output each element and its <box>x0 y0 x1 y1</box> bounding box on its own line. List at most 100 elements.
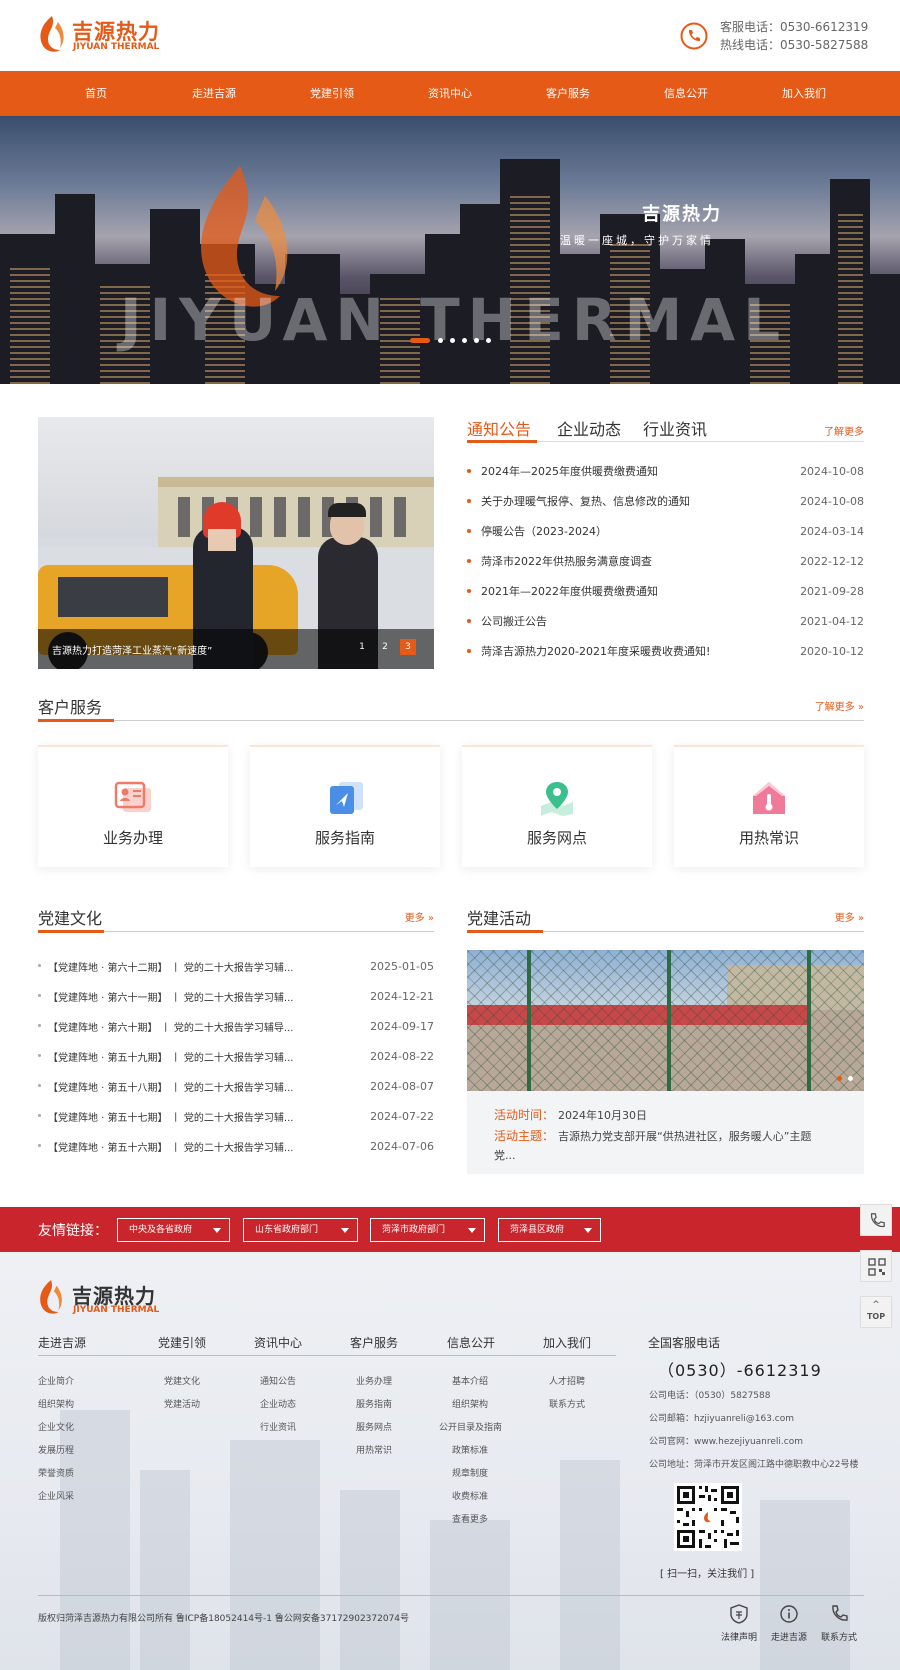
footer-link[interactable]: 行业资讯 <box>260 1420 296 1433</box>
tab-industry-news[interactable]: 行业资讯 <box>643 416 707 440</box>
contact-website[interactable]: 公司官网：www.hezejiyuanreli.com <box>649 1434 803 1447</box>
banner-dot[interactable] <box>462 338 467 343</box>
activity-photo[interactable] <box>467 950 864 1091</box>
nav-service[interactable]: 客户服务 <box>509 71 627 116</box>
footer-link[interactable]: 组织架构 <box>452 1397 488 1410</box>
back-to-top-button[interactable]: ^ TOP <box>860 1296 892 1328</box>
news-item[interactable]: 2021年—2022年度供暖费缴费通知 2021-09-28 <box>467 578 864 608</box>
footer-link[interactable]: 公开目录及指南 <box>439 1420 502 1433</box>
card-outlets[interactable]: 服务网点 <box>462 745 652 867</box>
article-title[interactable]: 【党建阵地 · 第五十七期】 丨 党的二十大报告学习辅... <box>48 1109 293 1124</box>
slide-page-2[interactable]: 2 <box>377 639 393 655</box>
footer-link[interactable]: 企业简介 <box>38 1374 74 1387</box>
news-title[interactable]: 2024年—2025年度供暖费缴费通知 <box>481 463 658 479</box>
party-activity-more-link[interactable]: 更多 » <box>835 909 864 924</box>
footer-col-head[interactable]: 资讯中心 <box>254 1334 302 1351</box>
news-title[interactable]: 公司搬迁公告 <box>481 613 547 629</box>
banner-dot[interactable] <box>450 338 455 343</box>
news-more-link[interactable]: 了解更多 <box>824 423 864 438</box>
contact-button[interactable]: 联系方式 <box>814 1604 864 1654</box>
footer-link[interactable]: 荣誉资质 <box>38 1466 74 1479</box>
footer-link[interactable]: 用热常识 <box>356 1443 392 1456</box>
banner-dot-active[interactable] <box>410 338 430 343</box>
contact-email[interactable]: 公司邮箱：hzjiyuanreli@163.com <box>649 1411 794 1424</box>
footer-col-head[interactable]: 党建引领 <box>158 1334 206 1351</box>
footer-logo[interactable]: 吉源热力 JIYUAN THERMAL <box>36 1276 166 1316</box>
news-title[interactable]: 2021年—2022年度供暖费缴费通知 <box>481 583 658 599</box>
news-item[interactable]: 2024年—2025年度供暖费缴费通知 2024-10-08 <box>467 458 864 488</box>
banner-dot[interactable] <box>486 338 491 343</box>
card-business[interactable]: 业务办理 <box>38 745 228 867</box>
news-item[interactable]: 菏泽吉源热力2020-2021年度采暖费收费通知! 2020-10-12 <box>467 638 864 668</box>
tab-notices[interactable]: 通知公告 <box>467 416 531 440</box>
footer-link[interactable]: 服务网点 <box>356 1420 392 1433</box>
select-heze-gov[interactable]: 菏泽市政府部门 <box>370 1218 485 1242</box>
list-item[interactable]: 【党建阵地 · 第五十七期】 丨 党的二十大报告学习辅... 2024-07-22 <box>38 1104 434 1134</box>
article-title[interactable]: 【党建阵地 · 第五十八期】 丨 党的二十大报告学习辅... <box>48 1079 293 1094</box>
article-title[interactable]: 【党建阵地 · 第五十六期】 丨 党的二十大报告学习辅... <box>48 1139 293 1154</box>
news-title[interactable]: 关于办理暖气报停、复热、信息修改的通知 <box>481 493 690 509</box>
footer-link[interactable]: 企业文化 <box>38 1420 74 1433</box>
news-title[interactable]: 菏泽市2022年供热服务满意度调查 <box>481 553 652 569</box>
select-shandong-gov[interactable]: 山东省政府部门 <box>243 1218 358 1242</box>
nav-info[interactable]: 信息公开 <box>627 71 745 116</box>
footer-link[interactable]: 企业风采 <box>38 1489 74 1502</box>
news-title[interactable]: 菏泽吉源热力2020-2021年度采暖费收费通知! <box>481 643 710 659</box>
footer-link[interactable]: 收费标准 <box>452 1489 488 1502</box>
select-central-gov[interactable]: 中央及各省政府 <box>117 1218 230 1242</box>
news-slideshow[interactable]: 吉源热力打造菏泽工业蒸汽“新速度” 1 2 3 <box>38 417 434 669</box>
footer-col-head[interactable]: 加入我们 <box>543 1334 591 1351</box>
activity-dot-active[interactable] <box>837 1076 842 1081</box>
side-phone-button[interactable] <box>860 1204 892 1236</box>
list-item[interactable]: 【党建阵地 · 第五十八期】 丨 党的二十大报告学习辅... 2024-08-07 <box>38 1074 434 1104</box>
footer-link[interactable]: 党建活动 <box>164 1397 200 1410</box>
footer-link[interactable]: 发展历程 <box>38 1443 74 1456</box>
banner-dot[interactable] <box>438 338 443 343</box>
nav-join[interactable]: 加入我们 <box>745 71 863 116</box>
tab-company-news[interactable]: 企业动态 <box>557 416 621 440</box>
list-item[interactable]: 【党建阵地 · 第五十九期】 丨 党的二十大报告学习辅... 2024-08-22 <box>38 1044 434 1074</box>
news-item[interactable]: 停暖公告（2023-2024） 2024-03-14 <box>467 518 864 548</box>
footer-link[interactable]: 业务办理 <box>356 1374 392 1387</box>
slide-page-3-active[interactable]: 3 <box>400 639 416 655</box>
hero-banner[interactable]: JIYUAN THERMAL 吉源热力 温暖一座城，守护万家情 <box>0 116 900 384</box>
footer-col-head[interactable]: 走进吉源 <box>38 1334 86 1351</box>
footer-link[interactable]: 查看更多 <box>452 1512 488 1525</box>
nav-about[interactable]: 走进吉源 <box>155 71 273 116</box>
footer-link[interactable]: 党建文化 <box>164 1374 200 1387</box>
list-item[interactable]: 【党建阵地 · 第六十一期】 丨 党的二十大报告学习辅... 2024-12-21 <box>38 984 434 1014</box>
list-item[interactable]: 【党建阵地 · 第六十期】 丨 党的二十大报告学习辅导... 2024-09-17 <box>38 1014 434 1044</box>
news-caption[interactable]: 吉源热力打造菏泽工业蒸汽“新速度” <box>52 642 212 657</box>
footer-link[interactable]: 人才招聘 <box>549 1374 585 1387</box>
article-title[interactable]: 【党建阵地 · 第六十二期】 丨 党的二十大报告学习辅... <box>48 959 293 974</box>
article-title[interactable]: 【党建阵地 · 第六十一期】 丨 党的二十大报告学习辅... <box>48 989 293 1004</box>
logo[interactable]: 吉源热力 JIYUAN THERMAL <box>36 12 166 56</box>
nav-home[interactable]: 首页 <box>37 71 155 116</box>
select-county-gov[interactable]: 菏泽县区政府 <box>498 1218 601 1242</box>
card-heating-tips[interactable]: 用热常识 <box>674 745 864 867</box>
activity-dot[interactable] <box>848 1076 853 1081</box>
article-title[interactable]: 【党建阵地 · 第五十九期】 丨 党的二十大报告学习辅... <box>48 1049 293 1064</box>
list-item[interactable]: 【党建阵地 · 第五十六期】 丨 党的二十大报告学习辅... 2024-07-06 <box>38 1134 434 1164</box>
list-item[interactable]: 【党建阵地 · 第六十二期】 丨 党的二十大报告学习辅... 2025-01-05 <box>38 954 434 984</box>
activity-theme-value-cont[interactable]: 党... <box>494 1147 516 1163</box>
nav-party[interactable]: 党建引领 <box>273 71 391 116</box>
service-more-link[interactable]: 了解更多 » <box>815 698 864 713</box>
footer-link[interactable]: 通知公告 <box>260 1374 296 1387</box>
footer-col-head[interactable]: 客户服务 <box>350 1334 398 1351</box>
slide-page-1[interactable]: 1 <box>354 639 370 655</box>
banner-dot[interactable] <box>474 338 479 343</box>
footer-col-head[interactable]: 信息公开 <box>447 1334 495 1351</box>
news-item[interactable]: 菏泽市2022年供热服务满意度调查 2022-12-12 <box>467 548 864 578</box>
card-guide[interactable]: 服务指南 <box>250 745 440 867</box>
activity-theme-value[interactable]: 吉源热力党支部开展“供热进社区，服务暖人心”主题 <box>558 1128 811 1144</box>
news-item[interactable]: 公司搬迁公告 2021-04-12 <box>467 608 864 638</box>
news-item[interactable]: 关于办理暖气报停、复热、信息修改的通知 2024-10-08 <box>467 488 864 518</box>
footer-link[interactable]: 企业动态 <box>260 1397 296 1410</box>
side-qr-button[interactable] <box>860 1250 892 1282</box>
party-culture-more-link[interactable]: 更多 » <box>405 909 434 924</box>
news-title[interactable]: 停暖公告（2023-2024） <box>481 523 607 539</box>
footer-link[interactable]: 政策标准 <box>452 1443 488 1456</box>
footer-link[interactable]: 服务指南 <box>356 1397 392 1410</box>
footer-link[interactable]: 规章制度 <box>452 1466 488 1479</box>
